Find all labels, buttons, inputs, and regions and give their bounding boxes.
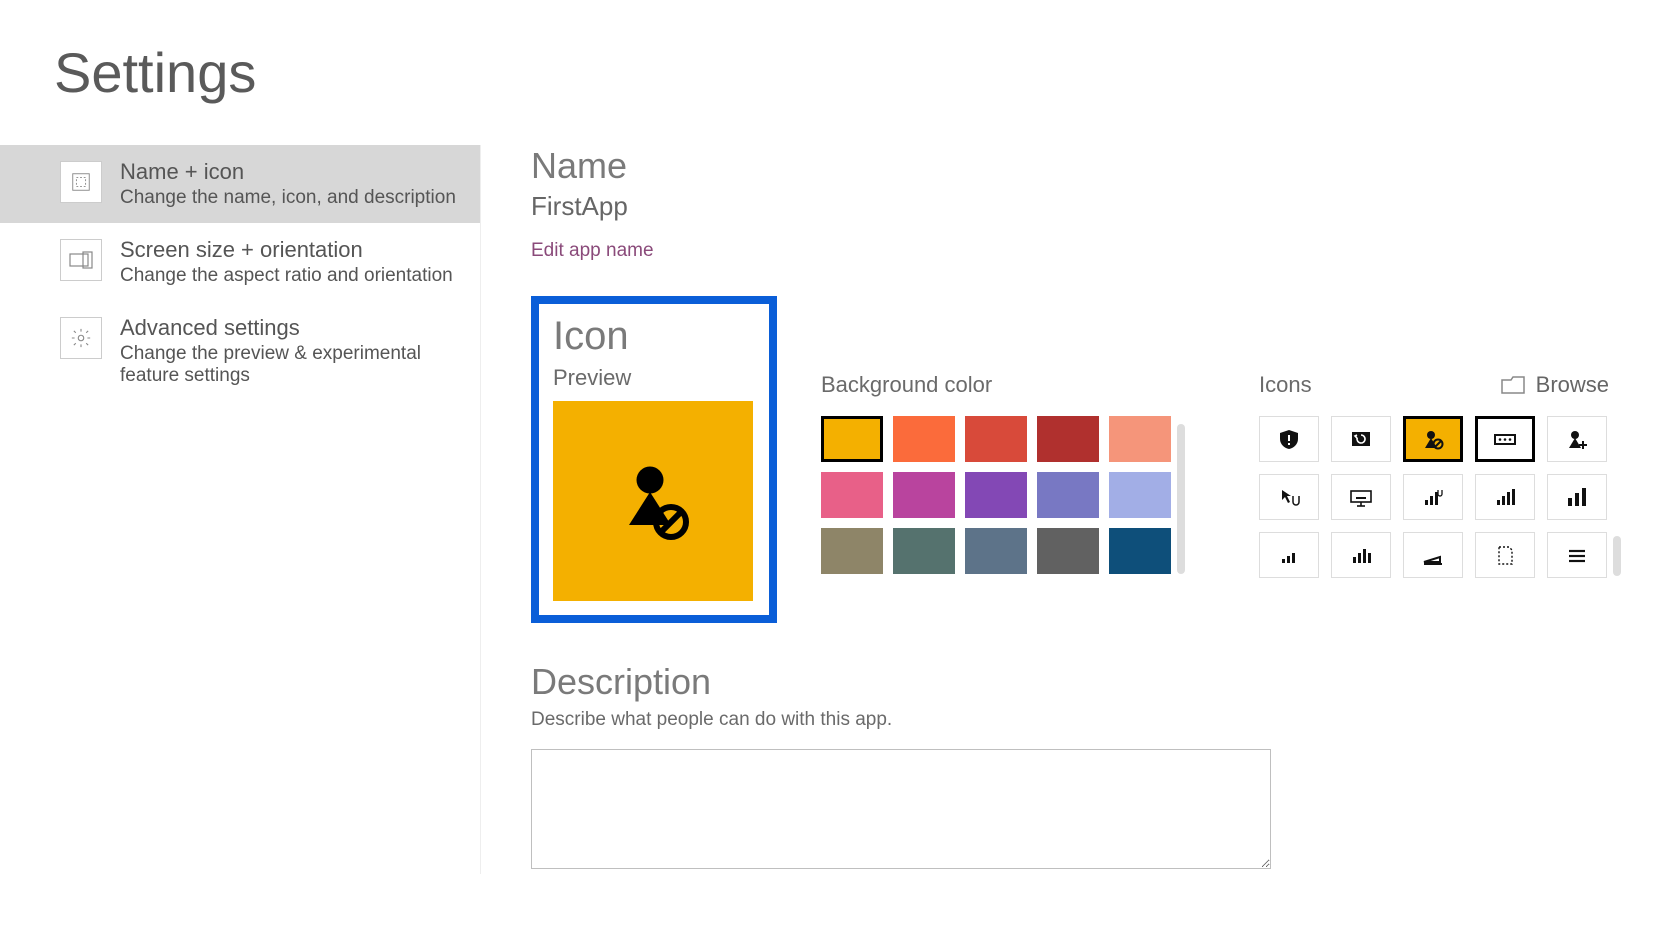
- icon-option-bars-med[interactable]: [1331, 532, 1391, 578]
- icon-option-shield-alert[interactable]: [1259, 416, 1319, 462]
- background-color-section: Background color: [821, 372, 1185, 574]
- description-textarea[interactable]: [531, 749, 1271, 869]
- color-swatch[interactable]: [893, 416, 955, 462]
- sidebar-item-name-icon[interactable]: Name + icon Change the name, icon, and d…: [0, 145, 480, 223]
- sidebar-item-subtitle: Change the name, icon, and description: [120, 187, 456, 209]
- color-swatch[interactable]: [893, 472, 955, 518]
- gear-icon: [60, 317, 102, 359]
- name-section: Name FirstApp Edit app name: [531, 145, 1621, 262]
- icons-scrollbar[interactable]: [1613, 536, 1621, 576]
- color-swatch[interactable]: [1109, 528, 1171, 574]
- screen-icon: [60, 239, 102, 281]
- icon-option-menu-lines[interactable]: [1547, 532, 1607, 578]
- name-heading: Name: [531, 145, 1621, 187]
- description-heading: Description: [531, 661, 1621, 703]
- bg-color-label: Background color: [821, 372, 1185, 398]
- icon-option-bars-tall[interactable]: [1547, 474, 1607, 520]
- settings-sidebar: Name + icon Change the name, icon, and d…: [0, 145, 480, 874]
- icon-option-scan-wedge[interactable]: [1403, 532, 1463, 578]
- color-swatch[interactable]: [1109, 416, 1171, 462]
- page-title: Settings: [0, 0, 1680, 105]
- color-swatch[interactable]: [965, 416, 1027, 462]
- color-swatch[interactable]: [893, 528, 955, 574]
- icon-option-bars-up[interactable]: [1475, 474, 1535, 520]
- preview-tile: [553, 401, 753, 601]
- sidebar-item-subtitle: Change the preview & experimental featur…: [120, 343, 460, 387]
- color-swatch[interactable]: [1109, 472, 1171, 518]
- color-swatch[interactable]: [965, 472, 1027, 518]
- icon-option-user-add[interactable]: [1547, 416, 1607, 462]
- color-swatch[interactable]: [821, 416, 883, 462]
- icon-preview-box: Icon Preview: [531, 296, 777, 623]
- color-swatch[interactable]: [821, 528, 883, 574]
- color-swatch[interactable]: [1037, 472, 1099, 518]
- description-section: Description Describe what people can do …: [531, 661, 1621, 874]
- icon-heading: Icon: [553, 314, 757, 359]
- color-swatch[interactable]: [821, 472, 883, 518]
- icon-option-bars-hand[interactable]: [1403, 474, 1463, 520]
- icon-option-page-dotted[interactable]: [1475, 532, 1535, 578]
- icons-section: Icons Browse: [1259, 372, 1621, 578]
- color-swatch[interactable]: [965, 528, 1027, 574]
- layout-icon: [60, 161, 102, 203]
- browse-button[interactable]: Browse: [1500, 372, 1609, 398]
- edit-app-name-link[interactable]: Edit app name: [531, 240, 654, 262]
- sidebar-item-advanced[interactable]: Advanced settings Change the preview & e…: [0, 301, 480, 401]
- main-content: Name FirstApp Edit app name Icon Preview: [480, 145, 1680, 874]
- icon-option-card-dots[interactable]: [1475, 416, 1535, 462]
- user-blocked-icon: [608, 456, 698, 546]
- icon-option-cursor-hand[interactable]: [1259, 474, 1319, 520]
- sidebar-item-title: Screen size + orientation: [120, 237, 453, 263]
- color-swatch[interactable]: [1037, 528, 1099, 574]
- icon-grid: [1259, 416, 1607, 578]
- color-scrollbar[interactable]: [1177, 424, 1185, 574]
- color-swatch[interactable]: [1037, 416, 1099, 462]
- folder-icon: [1500, 374, 1526, 396]
- icon-option-refresh-image[interactable]: [1331, 416, 1391, 462]
- color-grid: [821, 416, 1171, 574]
- preview-label: Preview: [553, 365, 757, 391]
- browse-label: Browse: [1536, 372, 1609, 398]
- sidebar-item-screen-size[interactable]: Screen size + orientation Change the asp…: [0, 223, 480, 301]
- app-name-value: FirstApp: [531, 191, 1621, 222]
- sidebar-item-title: Name + icon: [120, 159, 456, 185]
- icons-label: Icons: [1259, 372, 1312, 398]
- sidebar-item-title: Advanced settings: [120, 315, 460, 341]
- icon-option-keyboard[interactable]: [1331, 474, 1391, 520]
- description-hint: Describe what people can do with this ap…: [531, 709, 1621, 731]
- sidebar-item-subtitle: Change the aspect ratio and orientation: [120, 265, 453, 287]
- icon-option-bars-small[interactable]: [1259, 532, 1319, 578]
- icon-option-user-blocked[interactable]: [1403, 416, 1463, 462]
